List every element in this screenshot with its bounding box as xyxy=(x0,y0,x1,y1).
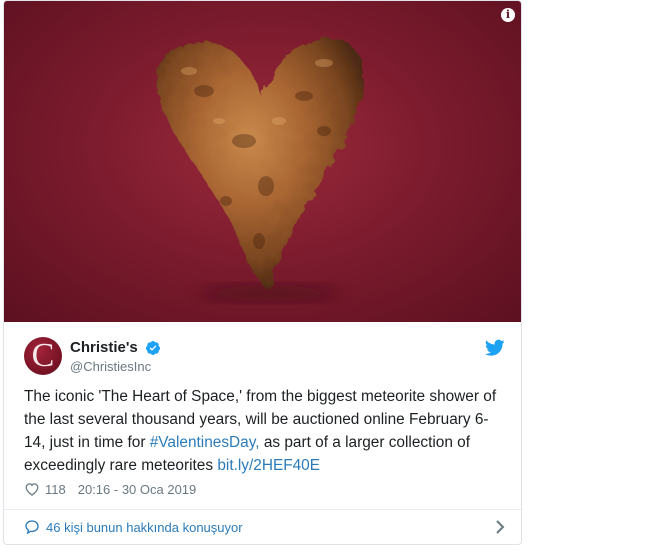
tweet-body-text: The iconic 'The Heart of Space,' from th… xyxy=(24,385,509,477)
avatar[interactable]: C xyxy=(24,337,62,375)
author-display-name[interactable]: Christie's xyxy=(70,339,138,356)
author-handle[interactable]: @ChristiesInc xyxy=(70,359,161,374)
conversation-label[interactable]: 46 kişi bunun hakkında konuşuyor xyxy=(46,520,243,535)
embedded-tweet-card: i C Christie's @ChristiesInc The iconic … xyxy=(3,0,522,545)
tweet-meta: 118 20:16 - 30 Oca 2019 xyxy=(24,479,196,499)
speech-bubble-icon xyxy=(25,520,39,535)
url-link[interactable]: bit.ly/2HEF40E xyxy=(217,457,320,474)
tweet-timestamp[interactable]: 20:16 - 30 Oca 2019 xyxy=(78,482,197,497)
conversation-link[interactable]: 46 kişi bunun hakkında konuşuyor xyxy=(24,515,509,539)
info-icon[interactable]: i xyxy=(501,8,515,22)
tweet-media-image[interactable]: i xyxy=(4,1,521,322)
heart-icon[interactable] xyxy=(24,482,40,496)
hashtag-link[interactable]: #ValentinesDay, xyxy=(150,434,260,451)
like-count[interactable]: 118 xyxy=(45,482,66,497)
tweet-header: C Christie's @ChristiesInc xyxy=(24,337,509,377)
twitter-bird-icon[interactable] xyxy=(485,339,505,357)
chevron-right-icon[interactable] xyxy=(495,519,505,535)
meteorite-heart-image xyxy=(157,37,364,301)
divider xyxy=(4,509,521,510)
author-block[interactable]: Christie's @ChristiesInc xyxy=(70,339,161,374)
verified-badge-icon xyxy=(146,340,161,355)
